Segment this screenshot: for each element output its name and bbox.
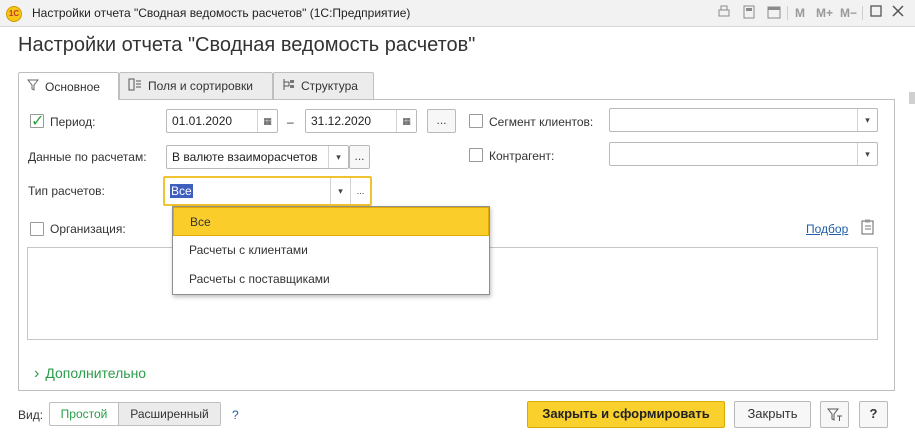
window-title: Настройки отчета "Сводная ведомость расч… (32, 6, 411, 20)
filter-settings-button[interactable] (820, 401, 849, 428)
calendar-icon[interactable]: ▦ (396, 110, 416, 132)
view-simple-button[interactable]: Простой (49, 402, 119, 426)
data-label: Данные по расчетам: (28, 150, 147, 164)
view-help-link[interactable]: ? (232, 408, 239, 422)
type-select[interactable]: Все ▾ ... (163, 176, 372, 206)
date-from-field[interactable]: 01.01.2020 ▦ (166, 109, 278, 133)
fields-icon (128, 78, 142, 94)
memory-plus-button[interactable]: M+ (816, 6, 833, 20)
memory-minus-button[interactable]: M− (840, 6, 857, 20)
dropdown-arrow-icon[interactable]: ▾ (857, 143, 877, 165)
dropdown-arrow-icon[interactable]: ▾ (328, 146, 348, 168)
print-icon[interactable] (716, 5, 732, 21)
date-from-value: 01.01.2020 (172, 114, 233, 128)
date-to-field[interactable]: 31.12.2020 ▦ (305, 109, 417, 133)
chevron-right-icon: › (34, 365, 40, 382)
data-value: В валюте взаиморасчетов (172, 150, 318, 164)
date-separator: – (287, 115, 294, 129)
type-dropdown-list: Все Расчеты с клиентами Расчеты с постав… (172, 206, 490, 295)
data-choose-button[interactable]: ... (349, 145, 370, 169)
type-value: Все (165, 184, 330, 198)
period-choose-button[interactable]: ... (427, 109, 456, 133)
contractor-field[interactable]: ▾ (609, 142, 878, 166)
contractor-label: Контрагент: (489, 149, 555, 163)
checkmark-icon: ✓ (31, 113, 45, 130)
tab-main[interactable]: Основное (18, 72, 119, 100)
period-label: Период: (50, 115, 96, 129)
tab-label: Основное (45, 79, 100, 94)
paste-icon[interactable] (861, 219, 875, 235)
dropdown-arrow-icon[interactable]: ▾ (330, 178, 350, 204)
organization-label: Организация: (50, 222, 126, 236)
segment-checkbox[interactable] (469, 114, 483, 128)
page-title: Настройки отчета "Сводная ведомость расч… (18, 34, 476, 56)
date-to-value: 31.12.2020 (311, 114, 372, 128)
tab-fields-sorting[interactable]: Поля и сортировки (119, 72, 273, 99)
calendar-icon[interactable] (766, 5, 782, 21)
segment-field[interactable]: ▾ (609, 108, 878, 132)
toolbar-separator (862, 6, 863, 20)
close-icon[interactable] (890, 5, 906, 21)
type-label: Тип расчетов: (28, 184, 105, 198)
type-choose-button[interactable]: ... (350, 178, 370, 204)
organization-checkbox[interactable] (30, 222, 44, 236)
calendar-icon[interactable]: ▦ (257, 110, 277, 132)
contractor-checkbox[interactable] (469, 148, 483, 162)
toolbar-separator (787, 6, 788, 20)
filter-settings-icon (826, 408, 843, 425)
view-label: Вид: (18, 408, 44, 422)
calculator-icon[interactable] (741, 5, 757, 21)
help-button[interactable]: ? (859, 401, 888, 428)
close-button[interactable]: Закрыть (734, 401, 811, 428)
data-select[interactable]: В валюте взаиморасчетов ▾ (166, 145, 349, 169)
structure-icon (282, 78, 295, 94)
dropdown-item[interactable]: Расчеты с поставщиками (173, 265, 489, 294)
close-and-generate-button[interactable]: Закрыть и сформировать (527, 401, 725, 428)
tab-structure[interactable]: Структура (273, 72, 374, 99)
scroll-indicator (909, 92, 915, 104)
segment-label: Сегмент клиентов: (489, 115, 594, 129)
dropdown-arrow-icon[interactable]: ▾ (857, 109, 877, 131)
extra-label: Дополнительно (45, 365, 147, 381)
window-titlebar: 1С Настройки отчета "Сводная ведомость р… (0, 0, 915, 27)
maximize-icon[interactable] (868, 5, 884, 21)
tab-label: Поля и сортировки (148, 79, 253, 93)
dropdown-item[interactable]: Расчеты с клиентами (173, 236, 489, 265)
filter-icon (26, 79, 40, 94)
app-logo-icon: 1С (6, 6, 22, 22)
type-value-selected: Все (170, 184, 193, 198)
period-checkbox[interactable]: ✓ (30, 113, 45, 130)
dropdown-item[interactable]: Все (173, 207, 489, 236)
tab-label: Структура (301, 79, 358, 93)
extra-section-toggle[interactable]: › Дополнительно (34, 365, 146, 383)
view-extended-button[interactable]: Расширенный (118, 402, 221, 426)
memory-button[interactable]: M (795, 6, 805, 20)
podbor-link[interactable]: Подбор (806, 222, 848, 236)
